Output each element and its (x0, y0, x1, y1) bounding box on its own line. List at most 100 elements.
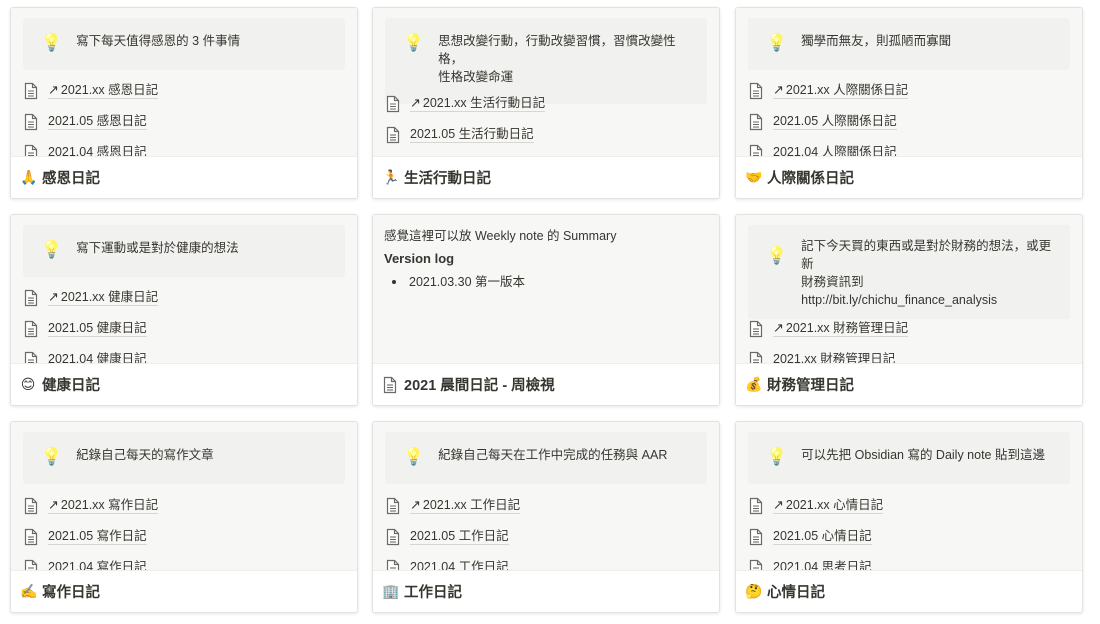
page-link-label: 2021.xx 生活行動日記 (422, 96, 546, 110)
version-log-item: 2021.03.30 第一版本 (392, 273, 707, 291)
link-arrow-icon: ↗ (773, 320, 784, 335)
card-preview: 💡 紀錄自己每天的寫作文章 ↗ 2021.xx 寫作日記 2021.05 寫作日記… (11, 422, 357, 572)
link-arrow-icon: ↗ (48, 497, 59, 512)
page-icon (23, 528, 39, 546)
summary-text: 感覺這裡可以放 Weekly note 的 Summary (384, 229, 617, 243)
gallery-card-finance[interactable]: 💡 記下今天買的東西或是對於財務的想法，或更新 財務資訊到 http://bit… (735, 214, 1083, 406)
card-title-bar[interactable]: 😊 健康日記 (11, 363, 357, 405)
office-building-icon: 🏢 (382, 583, 400, 599)
gallery-card-relationships[interactable]: 💡 獨學而無友，則孤陋而寡聞 ↗ 2021.xx 人際關係日記 2021.05 人… (735, 7, 1083, 199)
callout-text: 獨學而無友，則孤陋而寡聞 (801, 34, 952, 48)
page-link[interactable]: 2021.04 人際關係日記 (748, 137, 1070, 158)
runner-icon: 🏃 (382, 169, 400, 185)
page-link[interactable]: ↗ 2021.xx 工作日記 (385, 490, 707, 521)
page-link-label: 2021.05 生活行動日記 (410, 126, 534, 143)
page-link[interactable]: ↗ 2021.xx 健康日記 (23, 282, 345, 313)
page-link[interactable]: 2021.05 人際關係日記 (748, 106, 1070, 137)
card-title-bar[interactable]: 🤔 心情日記 (736, 570, 1082, 612)
page-link[interactable]: 2021.05 健康日記 (23, 313, 345, 344)
page-link[interactable]: ↗ 2021.xx 寫作日記 (23, 490, 345, 521)
page-link-label: 2021.xx 財務管理日記 (785, 321, 909, 335)
gallery-card-writing[interactable]: 💡 紀錄自己每天的寫作文章 ↗ 2021.xx 寫作日記 2021.05 寫作日記… (10, 421, 358, 613)
gallery-card-gratitude[interactable]: 💡 寫下每天值得感恩的 3 件事情 ↗ 2021.xx 感恩日記 2021.05 … (10, 7, 358, 199)
lightbulb-icon: 💡 (41, 240, 63, 259)
callout-line: 思想改變行動，行動改變習慣，習慣改變性格， (438, 34, 676, 66)
page-link[interactable]: ↗ 2021.xx 感恩日記 (23, 75, 345, 106)
page-link-label: 2021.05 人際關係日記 (773, 113, 897, 130)
page-link[interactable]: 2021.04 工作日記 (385, 552, 707, 572)
page-icon (748, 320, 764, 338)
page-link[interactable]: ↗ 2021.xx 生活行動日記 (385, 88, 707, 119)
card-preview: 💡 寫下運動或是對於健康的想法 ↗ 2021.xx 健康日記 2021.05 健康… (11, 215, 357, 365)
card-title: 心情日記 (767, 585, 825, 601)
card-title-bar[interactable]: 🏃 生活行動日記 (373, 156, 719, 198)
gallery-card-mood[interactable]: 💡 可以先把 Obsidian 寫的 Daily note 貼到這邊 ↗ 2021… (735, 421, 1083, 613)
page-icon (748, 528, 764, 546)
card-title: 人際關係日記 (767, 171, 854, 187)
gallery-card-life-action[interactable]: 💡 思想改變行動，行動改變習慣，習慣改變性格， 性格改變命運 ↗ 2021.xx … (372, 7, 720, 199)
page-icon (23, 497, 39, 515)
gallery-card-weekly-review[interactable]: 感覺這裡可以放 Weekly note 的 Summary Version lo… (372, 214, 720, 406)
card-title: 生活行動日記 (404, 171, 491, 187)
page-icon (385, 497, 401, 515)
page-link-label: 2021.05 健康日記 (48, 320, 147, 337)
page-link[interactable]: 2021.05 工作日記 (385, 521, 707, 552)
page-link[interactable]: 2021.04 健康日記 (23, 344, 345, 365)
page-icon (748, 497, 764, 515)
page-link-label: 2021.05 感恩日記 (48, 113, 147, 130)
page-link[interactable]: ↗ 2021.xx 財務管理日記 (748, 313, 1070, 344)
page-link-label: 2021.xx 寫作日記 (60, 498, 159, 512)
callout-text: 紀錄自己每天的寫作文章 (76, 448, 214, 462)
gallery-card-health[interactable]: 💡 寫下運動或是對於健康的想法 ↗ 2021.xx 健康日記 2021.05 健康… (10, 214, 358, 406)
page-icon (748, 113, 764, 131)
card-title-bar[interactable]: 🙏 感恩日記 (11, 156, 357, 198)
page-icon (385, 528, 401, 546)
page-link[interactable]: 2021.04 感恩日記 (23, 137, 345, 158)
card-title-bar[interactable]: 💰 財務管理日記 (736, 363, 1082, 405)
page-link[interactable]: ↗ 2021.xx 心情日記 (748, 490, 1070, 521)
callout-line: 性格改變命運 (438, 70, 514, 84)
page-link-label: 2021.xx 心情日記 (785, 498, 884, 512)
callout-text: 思想改變行動，行動改變習慣，習慣改變性格， 性格改變命運 (438, 32, 695, 86)
card-title-bar[interactable]: 🤝 人際關係日記 (736, 156, 1082, 198)
page-link-label: 2021.xx 健康日記 (60, 290, 159, 304)
page-link-label: 2021.xx 人際關係日記 (785, 83, 909, 97)
page-icon (385, 95, 401, 113)
page-link[interactable]: 2021.xx 財務管理日記 (748, 344, 1070, 365)
card-preview: 💡 記下今天買的東西或是對於財務的想法，或更新 財務資訊到 http://bit… (736, 215, 1082, 365)
page-icon (385, 126, 401, 144)
callout-text: 可以先把 Obsidian 寫的 Daily note 貼到這邊 (801, 448, 1045, 462)
card-title-bar[interactable]: 🏢 工作日記 (373, 570, 719, 612)
card-title-bar[interactable]: ✍️ 寫作日記 (11, 570, 357, 612)
card-title: 財務管理日記 (767, 378, 854, 394)
callout-line: 記下今天買的東西或是對於財務的想法，或更新 (801, 239, 1052, 271)
page-link[interactable]: ↗ 2021.xx 人際關係日記 (748, 75, 1070, 106)
bullet-icon (392, 280, 396, 284)
lightbulb-icon: 💡 (41, 33, 63, 52)
page-link[interactable]: 2021.05 心情日記 (748, 521, 1070, 552)
writing-hand-icon: ✍️ (20, 583, 38, 599)
page-link[interactable]: 2021.04 寫作日記 (23, 552, 345, 572)
page-icon (23, 289, 39, 307)
page-link[interactable]: 2021.05 生活行動日記 (385, 119, 707, 150)
callout: 💡 記下今天買的東西或是對於財務的想法，或更新 財務資訊到 http://bit… (748, 225, 1070, 319)
page-link[interactable]: 2021.05 感恩日記 (23, 106, 345, 137)
callout: 💡 可以先把 Obsidian 寫的 Daily note 貼到這邊 (748, 432, 1070, 484)
version-log-heading: Version log (384, 251, 455, 266)
page-link[interactable]: 2021.05 寫作日記 (23, 521, 345, 552)
callout-text: 寫下運動或是對於健康的想法 (76, 241, 239, 255)
link-arrow-icon: ↗ (410, 497, 421, 512)
callout: 💡 寫下運動或是對於健康的想法 (23, 225, 345, 277)
lightbulb-icon: 💡 (403, 33, 425, 52)
card-title-bar[interactable]: 2021 晨間日記 - 周檢視 (373, 363, 719, 405)
card-preview: 💡 寫下每天值得感恩的 3 件事情 ↗ 2021.xx 感恩日記 2021.05 … (11, 8, 357, 158)
page-link[interactable]: 2021.04 思考日記 (748, 552, 1070, 572)
card-title: 工作日記 (404, 585, 462, 601)
page-link-label: 2021.05 心情日記 (773, 528, 872, 545)
gallery-card-work[interactable]: 💡 紀錄自己每天在工作中完成的任務與 AAR ↗ 2021.xx 工作日記 202… (372, 421, 720, 613)
page-link-label: 2021.xx 感恩日記 (60, 83, 159, 97)
card-preview: 💡 可以先把 Obsidian 寫的 Daily note 貼到這邊 ↗ 2021… (736, 422, 1082, 572)
card-preview: 感覺這裡可以放 Weekly note 的 Summary Version lo… (373, 215, 719, 365)
callout-link[interactable]: http://bit.ly/chichu_finance_analysis (801, 293, 997, 307)
page-icon (23, 320, 39, 338)
